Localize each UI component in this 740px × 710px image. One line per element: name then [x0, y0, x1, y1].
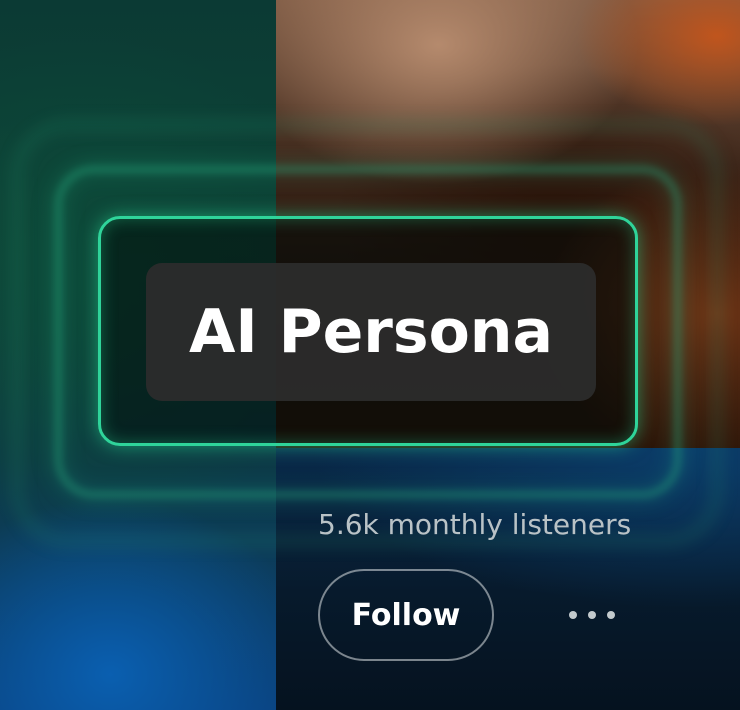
- more-horizontal-icon: [569, 611, 577, 619]
- artist-name-badge: AI Persona: [146, 263, 596, 401]
- artist-header: AI Persona 5.6k monthly listeners Follow: [0, 0, 740, 710]
- follow-button[interactable]: Follow: [318, 569, 494, 661]
- more-horizontal-icon: [588, 611, 596, 619]
- more-options-button[interactable]: [556, 595, 628, 635]
- more-horizontal-icon: [607, 611, 615, 619]
- monthly-listeners: 5.6k monthly listeners: [318, 508, 632, 541]
- artist-name: AI Persona: [188, 297, 554, 367]
